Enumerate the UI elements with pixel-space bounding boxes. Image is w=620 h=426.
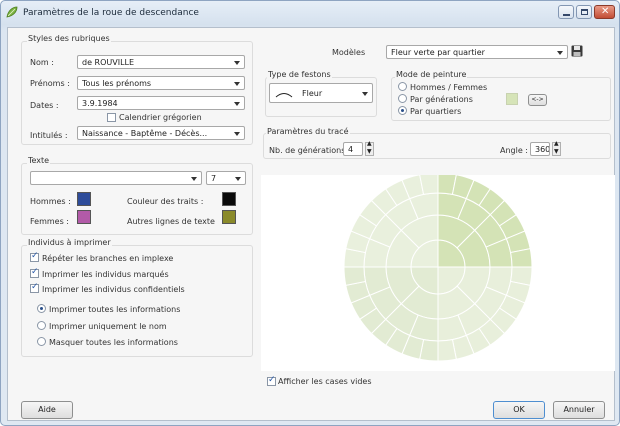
ok-button[interactable]: OK: [493, 401, 545, 419]
peinture-radio-label: Par quartiers: [410, 107, 462, 116]
close-icon: ✕: [601, 6, 610, 17]
individus-radio[interactable]: [37, 337, 46, 346]
modeles-label: Modèles: [332, 48, 366, 57]
generations-value: 4: [348, 145, 354, 154]
modeles-value: Fleur verte par quartier: [391, 48, 485, 57]
prenoms-select[interactable]: Tous les prénoms: [77, 76, 245, 90]
individus-checkbox[interactable]: [30, 282, 39, 293]
peinture-radio-label: Hommes / Femmes: [410, 83, 488, 92]
traits-color-swatch[interactable]: [222, 192, 236, 206]
generations-input[interactable]: 4: [343, 142, 363, 156]
angle-value: 360: [535, 145, 550, 154]
wheel-preview: [261, 172, 615, 371]
individus-group-title: Individus à imprimer: [27, 238, 112, 247]
dates-value: 3.9.1984: [82, 99, 118, 108]
individus-radio-label: Imprimer toutes les informations: [49, 305, 181, 314]
calendar-label: Calendrier grégorien: [119, 113, 202, 122]
maximize-icon: [581, 9, 588, 15]
dates-label: Dates :: [30, 101, 59, 110]
arc-festoon-icon: [275, 93, 293, 98]
annuler-button[interactable]: Annuler: [553, 401, 605, 419]
peinture-radio[interactable]: [398, 82, 407, 91]
festons-select[interactable]: Fleur: [269, 83, 373, 103]
peinture-group-title: Mode de peinture: [395, 70, 468, 79]
dates-select[interactable]: 3.9.1984: [77, 96, 245, 110]
chevron-down-icon: [557, 51, 563, 55]
window-title: Paramètres de la roue de descendance: [23, 8, 199, 18]
chevron-down-icon: [191, 177, 197, 181]
spin-up-icon: ▲: [367, 140, 372, 147]
individus-checkbox-label: Répéter les branches en implexe: [42, 254, 174, 263]
peinture-color-swatch[interactable]: [506, 93, 518, 105]
modeles-select[interactable]: Fleur verte par quartier: [386, 45, 568, 59]
calendar-checkbox[interactable]: [107, 113, 116, 122]
font-size-value: 7: [211, 174, 217, 183]
individus-radio[interactable]: [37, 321, 46, 330]
spin-down-icon: ▼: [554, 148, 559, 155]
descendant-wheel: [343, 172, 533, 362]
angle-spinner[interactable]: ▲ ▼: [552, 140, 561, 156]
individus-radio-label: Imprimer uniquement le nom: [49, 322, 167, 331]
festons-group-title: Type de festons: [267, 70, 332, 79]
autres-color-swatch[interactable]: [222, 210, 236, 224]
intitules-select[interactable]: Naissance - Baptême - Décès...: [77, 126, 245, 140]
spin-down-icon: ▼: [367, 148, 372, 155]
intitules-value: Naissance - Baptême - Décès...: [82, 129, 208, 138]
individus-radio-label: Masquer toutes les informations: [49, 338, 178, 347]
peinture-radio[interactable]: [398, 94, 407, 103]
peinture-radio-label: Par générations: [410, 95, 473, 104]
individus-checkbox-label: Imprimer les individus confidentiels: [42, 285, 185, 294]
title-bar: Paramètres de la roue de descendance ✕: [1, 1, 620, 25]
autres-label: Autres lignes de texte: [127, 217, 215, 226]
dialog-window: Paramètres de la roue de descendance ✕ S…: [0, 0, 620, 426]
show-empty-label: Afficher les cases vides: [278, 377, 372, 386]
chevron-down-icon: [362, 92, 368, 96]
leaf-icon: [6, 6, 18, 18]
generations-spinner[interactable]: ▲ ▼: [365, 140, 374, 156]
minimize-button[interactable]: [558, 5, 574, 19]
trace-group-title: Paramètres du tracé: [266, 127, 350, 136]
individus-checkbox[interactable]: [30, 251, 39, 262]
nom-label: Nom :: [30, 58, 54, 67]
traits-label: Couleur des traits :: [127, 197, 204, 206]
nom-select[interactable]: de ROUVILLE: [77, 55, 245, 69]
individus-checkbox-label: Imprimer les individus marqués: [42, 270, 169, 279]
chevron-down-icon: [234, 132, 240, 136]
chevron-down-icon: [234, 61, 240, 65]
individus-checkbox[interactable]: [30, 267, 39, 278]
chevron-down-icon: [234, 102, 240, 106]
swap-colors-button[interactable]: <->: [528, 94, 547, 106]
close-button[interactable]: ✕: [594, 5, 615, 19]
peinture-radio[interactable]: [398, 106, 407, 115]
festons-value: Fleur: [302, 89, 323, 98]
show-empty-checkbox[interactable]: [267, 375, 276, 386]
generations-label: Nb. de générations :: [269, 146, 351, 155]
nom-value: de ROUVILLE: [82, 58, 135, 67]
texte-group-title: Texte: [27, 156, 51, 165]
save-icon[interactable]: [571, 45, 583, 57]
hommes-color-swatch[interactable]: [77, 192, 91, 206]
individus-radio[interactable]: [37, 304, 46, 313]
intitules-label: Intitulés :: [30, 131, 68, 140]
angle-label: Angle :: [500, 146, 529, 155]
femmes-color-swatch[interactable]: [77, 210, 91, 224]
prenoms-label: Prénoms :: [30, 79, 70, 88]
angle-input[interactable]: 360: [530, 142, 550, 156]
aide-button[interactable]: Aide: [21, 401, 73, 419]
chevron-down-icon: [235, 177, 241, 181]
spin-up-icon: ▲: [554, 140, 559, 147]
chevron-down-icon: [234, 82, 240, 86]
styles-group-title: Styles des rubriques: [27, 34, 111, 43]
font-size-select[interactable]: 7: [206, 171, 246, 185]
maximize-button[interactable]: [576, 5, 592, 19]
hommes-label: Hommes :: [30, 197, 71, 206]
minimize-icon: [563, 14, 570, 16]
font-select[interactable]: [30, 171, 202, 185]
femmes-label: Femmes :: [30, 217, 69, 226]
prenoms-value: Tous les prénoms: [82, 79, 152, 88]
